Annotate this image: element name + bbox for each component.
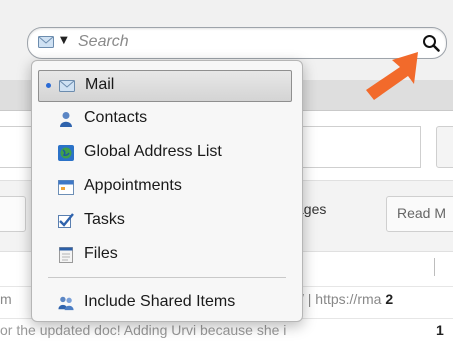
menu-item-global-address-list[interactable]: Global Address List bbox=[38, 138, 290, 168]
compose-side-button[interactable] bbox=[436, 126, 453, 168]
envelope-icon bbox=[59, 80, 75, 92]
people-icon bbox=[58, 296, 74, 311]
tab-left-button[interactable] bbox=[0, 196, 26, 232]
column-divider bbox=[434, 258, 435, 276]
menu-item-label: Global Address List bbox=[84, 143, 222, 160]
row-snippet-right: / | https://rma 2 bbox=[300, 291, 394, 307]
menu-item-label: Files bbox=[84, 245, 118, 262]
menu-item-include-shared-items[interactable]: Include Shared Items bbox=[38, 288, 290, 318]
menu-item-label: Appointments bbox=[84, 177, 182, 194]
menu-item-label: Mail bbox=[85, 76, 115, 93]
magnifier-icon[interactable] bbox=[422, 34, 440, 52]
menu-item-appointments[interactable]: Appointments bbox=[38, 172, 290, 202]
annotation-arrow-icon bbox=[366, 52, 418, 100]
row-snippet: or the updated doc! Adding Urvi because … bbox=[0, 322, 287, 338]
row-snippet-left: m bbox=[0, 291, 12, 307]
tab-read-label: Read M bbox=[397, 205, 447, 221]
selected-indicator-icon bbox=[46, 83, 51, 88]
globe-icon bbox=[58, 145, 74, 161]
menu-divider bbox=[48, 277, 286, 278]
menu-item-tasks[interactable]: Tasks bbox=[38, 206, 290, 236]
document-icon bbox=[59, 247, 73, 263]
search-scope-menu: Mail Contacts Global Address List Appoin… bbox=[31, 60, 303, 322]
checkbox-icon bbox=[58, 213, 74, 228]
search-input[interactable]: Search bbox=[78, 33, 129, 51]
menu-item-label: Tasks bbox=[84, 211, 125, 228]
row-number: 1 bbox=[436, 322, 444, 338]
menu-item-label: Contacts bbox=[84, 109, 148, 126]
chevron-down-icon[interactable]: ▼ bbox=[60, 35, 68, 46]
menu-item-label: Include Shared Items bbox=[84, 293, 236, 310]
calendar-icon bbox=[58, 180, 74, 195]
envelope-icon[interactable] bbox=[38, 36, 54, 48]
person-icon bbox=[60, 112, 72, 127]
menu-item-contacts[interactable]: Contacts bbox=[38, 104, 290, 134]
tab-read-button[interactable]: Read M bbox=[386, 196, 453, 232]
menu-item-files[interactable]: Files bbox=[38, 240, 290, 270]
menu-item-mail[interactable]: Mail bbox=[38, 70, 292, 102]
